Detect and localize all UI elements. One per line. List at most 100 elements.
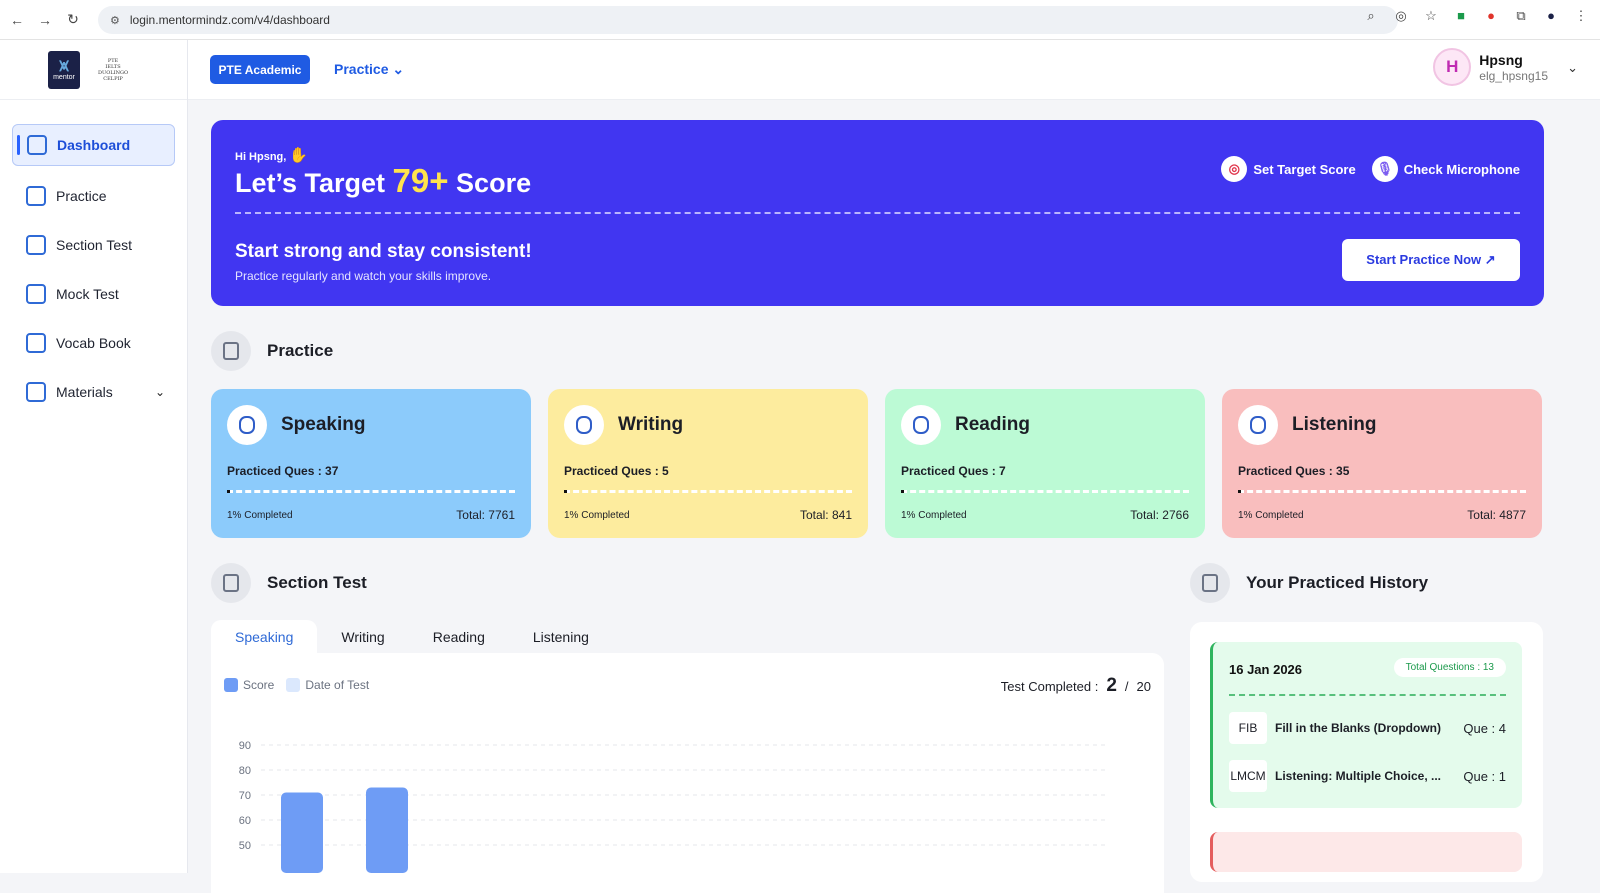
user-profile[interactable]: H Hpsng elg_hpsng15 xyxy=(1433,48,1548,86)
profile-icon[interactable]: ● xyxy=(1542,8,1560,24)
tab-writing[interactable]: Writing xyxy=(317,620,408,654)
sidebar-item-label: Practice xyxy=(56,188,107,204)
zoom-icon[interactable]: ⌕ xyxy=(1362,8,1380,24)
clipboard-icon xyxy=(26,186,46,206)
extension-red-icon[interactable]: ● xyxy=(1482,8,1500,24)
site-info-icon[interactable]: ⚙ xyxy=(110,14,120,27)
sidebar-item-label: Materials xyxy=(56,384,113,400)
legend-score[interactable]: Score xyxy=(224,678,274,692)
listening-icon xyxy=(1238,405,1278,445)
completed-percent: 1% Completed xyxy=(564,510,630,521)
history-row[interactable]: LMCM Listening: Multiple Choice, ... Que… xyxy=(1229,760,1506,792)
start-practice-button[interactable]: Start Practice Now ↗ xyxy=(1342,239,1520,281)
hero-banner: Hi Hpsng, ✋ Let’s Target 79+ Score ◎ Set… xyxy=(211,120,1544,306)
avatar: H xyxy=(1433,48,1472,86)
history-heading: Your Practiced History xyxy=(1190,563,1428,603)
score-chart: 50 60 70 80 90 xyxy=(239,740,1106,874)
y-tick-label: 50 xyxy=(239,840,251,852)
mentor-logo[interactable]: ⩙ mentor xyxy=(48,50,80,89)
test-completed: Test Completed : 2 / 20 xyxy=(1000,675,1151,696)
practice-card-writing[interactable]: Writing Practiced Ques : 5 1% Completed Tot… xyxy=(548,389,868,538)
target-icon: ◎ xyxy=(1221,156,1248,182)
sidebar-item-vocab-book[interactable]: Vocab Book xyxy=(12,324,175,362)
eye-off-icon[interactable]: ◎ xyxy=(1392,8,1410,24)
score-bar[interactable] xyxy=(366,787,408,874)
sidebar-item-label: Dashboard xyxy=(57,137,131,153)
microphone-icon: 🎙 xyxy=(1371,156,1398,182)
progress-bar xyxy=(227,490,515,493)
section-test-chart-panel: Score Date of Test Test Completed : 2 / … xyxy=(211,653,1164,893)
sidebar-item-practice[interactable]: Practice xyxy=(12,177,175,215)
set-target-score-button[interactable]: ◎ Set Target Score xyxy=(1221,156,1356,182)
section-icon xyxy=(26,235,46,255)
y-tick-label: 60 xyxy=(239,815,251,827)
card-title: Speaking xyxy=(281,414,366,435)
chevron-down-icon[interactable]: ⌄ xyxy=(155,385,165,399)
sidebar-item-label: Section Test xyxy=(56,237,133,253)
dashboard-icon xyxy=(27,135,47,155)
divider xyxy=(235,212,1520,214)
legend-date[interactable]: Date of Test xyxy=(286,678,369,692)
tab-reading[interactable]: Reading xyxy=(409,620,509,654)
puzzle-icon[interactable]: ⧉ xyxy=(1512,8,1530,24)
practiced-count: Practiced Ques : 35 xyxy=(1238,464,1350,478)
browser-toolbar: ← → ↻ ⚙ login.mentormindz.com/v4/dashboa… xyxy=(0,0,1600,40)
sidebar-item-materials[interactable]: Materials ⌄ xyxy=(12,373,175,411)
book-icon xyxy=(26,333,46,353)
tab-speaking[interactable]: Speaking xyxy=(211,620,318,654)
clipboard-icon xyxy=(26,284,46,304)
progress-bar xyxy=(901,490,1189,493)
address-bar[interactable]: ⚙ login.mentormindz.com/v4/dashboard xyxy=(98,6,1398,34)
materials-icon xyxy=(26,382,46,402)
hero-subtitle: Start strong and stay consistent! xyxy=(235,241,532,262)
score-bar[interactable] xyxy=(281,792,323,874)
total-count: Total: 7761 xyxy=(456,508,515,522)
exam-select-button[interactable]: PTE Academic xyxy=(210,55,310,84)
progress-bar xyxy=(564,490,852,493)
practice-menu[interactable]: Practice ⌄ xyxy=(334,61,404,78)
history-row[interactable]: FIB Fill in the Blanks (Dropdown) Que : … xyxy=(1229,712,1506,744)
y-tick-label: 90 xyxy=(239,740,251,752)
practice-heading: Practice xyxy=(211,331,333,371)
question-type-code: FIB xyxy=(1229,712,1267,744)
card-title: Writing xyxy=(618,414,684,435)
tab-listening[interactable]: Listening xyxy=(509,620,613,654)
completed-percent: 1% Completed xyxy=(1238,510,1304,521)
history-card[interactable]: 16 Jan 2026 Total Questions : 13 FIB Fil… xyxy=(1210,642,1522,808)
section-test-tabs: Speaking Writing Reading Listening xyxy=(211,620,613,654)
check-microphone-button[interactable]: 🎙 Check Microphone xyxy=(1371,156,1520,182)
sidebar-nav: Dashboard Practice Section Test Mock Tes… xyxy=(0,100,187,411)
speaking-icon xyxy=(227,405,267,445)
exam-logo-text: PTE IELTS DUOLINGO CELPIP xyxy=(98,57,129,82)
sidebar-item-label: Mock Test xyxy=(56,286,119,302)
practiced-count: Practiced Ques : 5 xyxy=(564,464,669,478)
practiced-count: Practiced Ques : 37 xyxy=(227,464,339,478)
reload-icon[interactable]: ↻ xyxy=(62,11,84,28)
menu-icon[interactable]: ⋮ xyxy=(1572,8,1590,24)
total-count: Total: 4877 xyxy=(1467,508,1526,522)
question-type-name: Listening: Multiple Choice, ... xyxy=(1275,769,1442,783)
practice-card-reading[interactable]: Reading Practiced Ques : 7 1% Completed Tot… xyxy=(885,389,1205,538)
reading-icon xyxy=(901,405,941,445)
total-count: Total: 2766 xyxy=(1130,508,1189,522)
forward-icon[interactable]: → xyxy=(34,12,56,28)
progress-bar xyxy=(1238,490,1526,493)
extension-green-icon[interactable]: ■ xyxy=(1452,8,1470,24)
divider xyxy=(1229,694,1506,696)
top-header: PTE Academic Practice ⌄ H Hpsng elg_hpsn… xyxy=(188,40,1600,100)
question-type-code: LMCM xyxy=(1229,760,1267,792)
history-panel: 16 Jan 2026 Total Questions : 13 FIB Fil… xyxy=(1190,622,1543,882)
practice-card-listening[interactable]: Listening Practiced Ques : 35 1% Completed… xyxy=(1222,389,1542,538)
sidebar-item-dashboard[interactable]: Dashboard xyxy=(12,124,175,166)
completed-percent: 1% Completed xyxy=(227,510,293,521)
question-count: Que : 4 xyxy=(1463,720,1506,736)
history-card[interactable] xyxy=(1210,832,1522,872)
card-title: Listening xyxy=(1292,414,1377,435)
back-icon[interactable]: ← xyxy=(6,12,28,28)
sidebar-item-section-test[interactable]: Section Test xyxy=(12,226,175,264)
sidebar-item-mock-test[interactable]: Mock Test xyxy=(12,275,175,313)
star-icon[interactable]: ☆ xyxy=(1422,8,1440,24)
chevron-down-icon[interactable]: ⌄ xyxy=(1567,60,1578,76)
practice-card-speaking[interactable]: Speaking Practiced Ques : 37 1% Completed T… xyxy=(211,389,531,538)
question-type-name: Fill in the Blanks (Dropdown) xyxy=(1275,721,1441,735)
